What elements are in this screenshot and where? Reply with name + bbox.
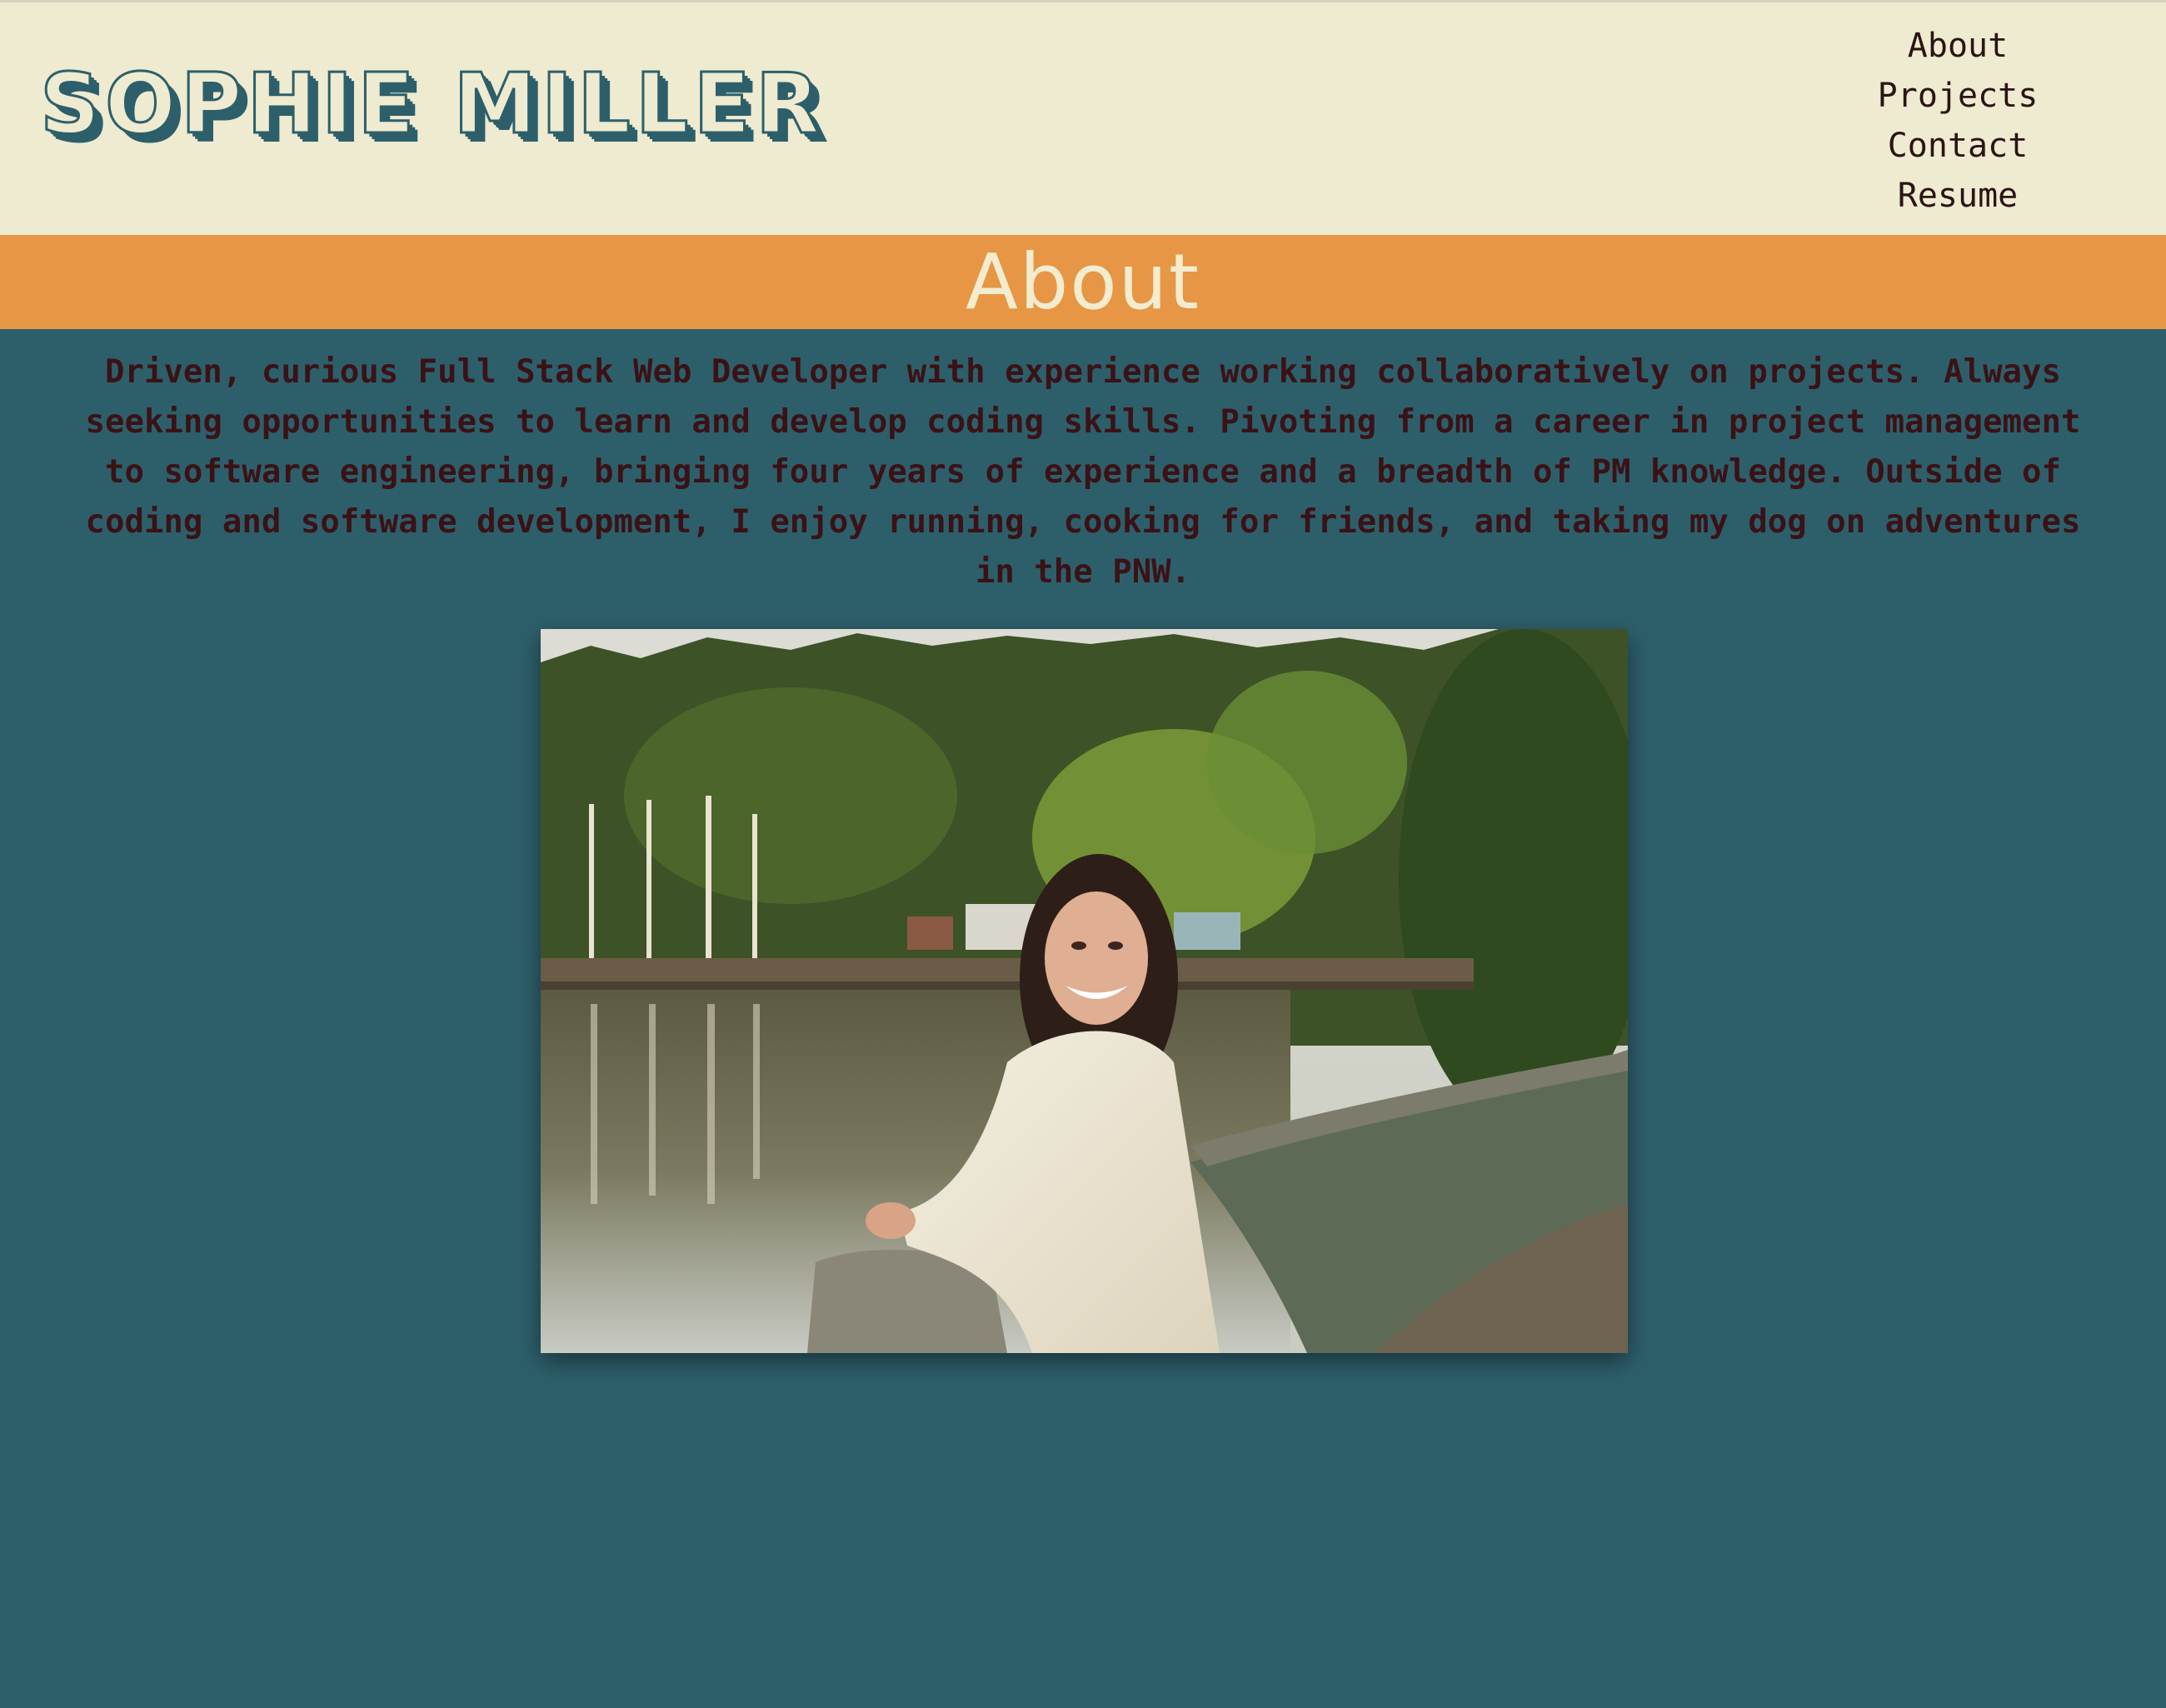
section-title: About bbox=[965, 237, 1200, 327]
site-logo[interactable]: SOPHIE MILLER bbox=[39, 61, 825, 147]
nav-link-contact[interactable]: Contact bbox=[1849, 121, 2066, 171]
section-banner: About bbox=[0, 235, 2166, 329]
nav-link-about[interactable]: About bbox=[1849, 21, 2066, 71]
site-header: SOPHIE MILLER About Projects Contact Res… bbox=[0, 0, 2166, 235]
profile-photo bbox=[541, 629, 1628, 1353]
nav-link-resume[interactable]: Resume bbox=[1849, 171, 2066, 221]
main-nav: About Projects Contact Resume bbox=[1849, 21, 2066, 221]
nav-link-projects[interactable]: Projects bbox=[1849, 71, 2066, 121]
bio-paragraph: Driven, curious Full Stack Web Developer… bbox=[85, 353, 2081, 591]
